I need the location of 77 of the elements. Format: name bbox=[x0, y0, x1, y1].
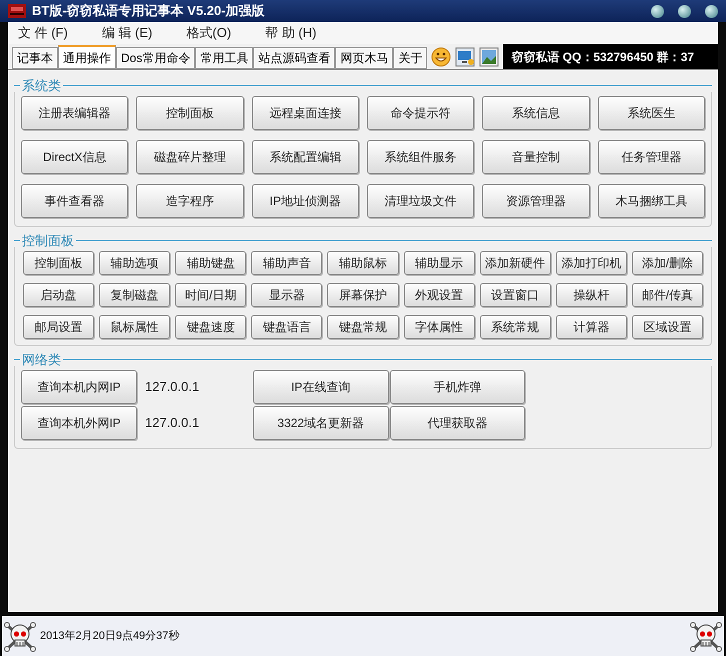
tool-button[interactable]: 音量控制 bbox=[482, 140, 590, 174]
tool-button[interactable]: 键盘常规 bbox=[327, 315, 399, 339]
group-title: 网络类 bbox=[21, 352, 62, 366]
tool-button[interactable]: 辅助选项 bbox=[99, 251, 170, 275]
tool-button[interactable]: 命令提示符 bbox=[367, 96, 474, 130]
tool-button[interactable]: 任务管理器 bbox=[598, 140, 705, 174]
tool-button[interactable]: 时间/日期 bbox=[175, 283, 246, 307]
tool-button[interactable]: 辅助声音 bbox=[251, 251, 322, 275]
tool-button[interactable]: 区域设置 bbox=[632, 315, 703, 339]
tab[interactable]: 站点源码查看 bbox=[253, 47, 336, 69]
tool-button[interactable]: 系统常规 bbox=[480, 315, 551, 339]
tool-button[interactable]: IP地址侦测器 bbox=[252, 184, 359, 218]
menu-item[interactable]: 文 件 (F) bbox=[8, 23, 78, 43]
tool-button[interactable]: 屏幕保护 bbox=[327, 283, 399, 307]
tool-button[interactable]: 3322域名更新器 bbox=[253, 406, 388, 440]
tool-button[interactable]: 添加打印机 bbox=[556, 251, 627, 275]
tab[interactable]: 通用操作 bbox=[58, 45, 116, 69]
tool-button[interactable]: 邮局设置 bbox=[23, 315, 94, 339]
tab[interactable]: 网页木马 bbox=[335, 47, 394, 69]
menu-item[interactable]: 编 辑 (E) bbox=[92, 23, 162, 43]
tool-button[interactable]: 磁盘碎片整理 bbox=[136, 140, 244, 174]
tab[interactable]: 关于 bbox=[393, 47, 428, 69]
tab[interactable]: 常用工具 bbox=[195, 47, 254, 69]
tool-button[interactable]: 邮件/传真 bbox=[632, 283, 703, 307]
window-button[interactable] bbox=[678, 4, 691, 18]
window-title: BT版-窃窃私语专用记事本 V5.20-加强版 bbox=[32, 2, 265, 20]
tool-button[interactable]: 控制面板 bbox=[136, 96, 244, 130]
app-icon bbox=[8, 4, 26, 18]
menu-item[interactable]: 格式(O) bbox=[176, 23, 242, 43]
tool-button[interactable]: 计算器 bbox=[556, 315, 627, 339]
tool-button[interactable]: 复制磁盘 bbox=[99, 283, 170, 307]
monitor-icon[interactable] bbox=[455, 47, 476, 67]
tool-button[interactable]: 鼠标属性 bbox=[99, 315, 170, 339]
tool-button[interactable]: 资源管理器 bbox=[482, 184, 590, 218]
smiley-icon[interactable] bbox=[431, 47, 452, 67]
ip-address: 127.0.0.1 bbox=[145, 414, 200, 432]
group-title: 控制面板 bbox=[21, 234, 75, 246]
tool-button[interactable]: 辅助键盘 bbox=[175, 251, 246, 275]
tool-button[interactable]: 手机炸弹 bbox=[390, 370, 525, 404]
tool-button[interactable]: 外观设置 bbox=[404, 283, 475, 307]
menu-item[interactable]: 帮 助 (H) bbox=[255, 23, 326, 43]
tool-button[interactable]: 系统医生 bbox=[598, 96, 705, 130]
tool-button[interactable]: 清理垃圾文件 bbox=[367, 184, 474, 218]
tool-button[interactable]: 远程桌面连接 bbox=[252, 96, 359, 130]
window-button[interactable] bbox=[651, 4, 664, 18]
tool-button[interactable]: 造字程序 bbox=[136, 184, 244, 218]
contact-text: 窃窃私语 QQ：532796450 群：37 bbox=[511, 48, 694, 66]
tool-button[interactable]: 系统配置编辑 bbox=[252, 140, 359, 174]
tool-button[interactable]: 系统信息 bbox=[482, 96, 590, 130]
image-icon[interactable] bbox=[479, 47, 500, 67]
tool-button[interactable]: DirectX信息 bbox=[21, 140, 128, 174]
tool-button[interactable]: 注册表编辑器 bbox=[21, 96, 128, 130]
status-datetime: 2013年2月20日9点49分37秒 bbox=[40, 628, 180, 644]
tool-button[interactable]: 查询本机内网IP bbox=[21, 370, 137, 404]
tool-button[interactable]: 启动盘 bbox=[23, 283, 94, 307]
tab[interactable]: Dos常用命令 bbox=[116, 47, 196, 69]
tool-button[interactable]: 查询本机外网IP bbox=[21, 406, 137, 440]
tool-button[interactable]: 代理获取器 bbox=[390, 406, 525, 440]
group-title: 系统类 bbox=[21, 78, 62, 92]
tab[interactable]: 记事本 bbox=[12, 47, 58, 69]
tool-button[interactable]: 添加/删除 bbox=[632, 251, 703, 275]
tool-button[interactable]: 键盘语言 bbox=[251, 315, 322, 339]
tool-button[interactable]: 辅助鼠标 bbox=[327, 251, 399, 275]
tool-button[interactable]: 显示器 bbox=[251, 283, 322, 307]
tool-button[interactable]: 事件查看器 bbox=[21, 184, 128, 218]
tool-button[interactable]: 控制面板 bbox=[23, 251, 94, 275]
tool-button[interactable]: 字体属性 bbox=[404, 315, 475, 339]
ip-address: 127.0.0.1 bbox=[145, 378, 200, 396]
tool-button[interactable]: 添加新硬件 bbox=[480, 251, 551, 275]
tool-button[interactable]: 系统组件服务 bbox=[367, 140, 474, 174]
tool-button[interactable]: 键盘速度 bbox=[175, 315, 246, 339]
tool-button[interactable]: 辅助显示 bbox=[404, 251, 475, 275]
tool-button[interactable]: 设置窗口 bbox=[480, 283, 551, 307]
window-button[interactable] bbox=[705, 4, 718, 18]
tool-button[interactable]: 木马捆绑工具 bbox=[598, 184, 705, 218]
tool-button[interactable]: IP在线查询 bbox=[253, 370, 388, 404]
tool-button[interactable]: 操纵杆 bbox=[556, 283, 627, 307]
